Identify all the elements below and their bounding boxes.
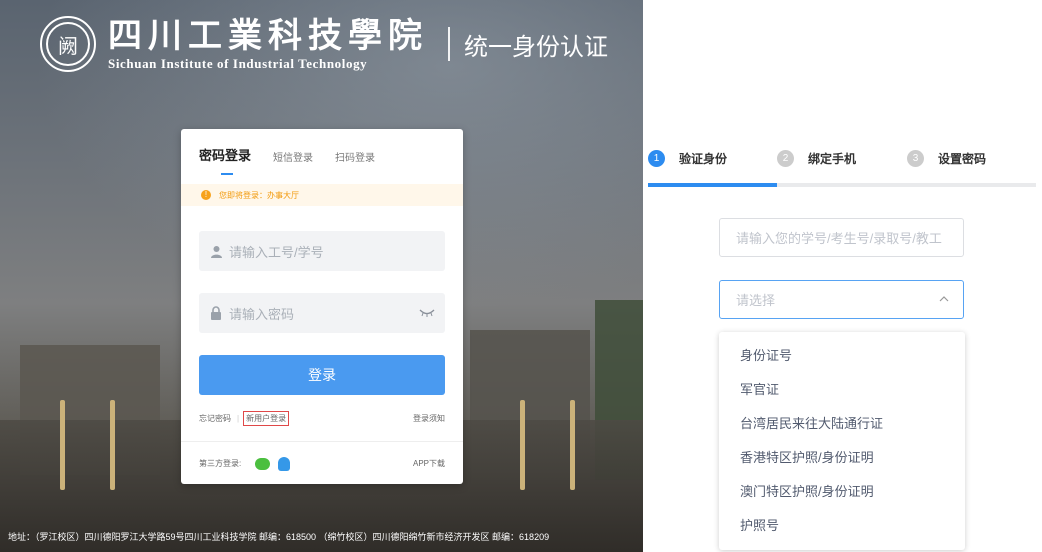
school-name-en: Sichuan Institute of Industrial Technolo… (108, 56, 368, 71)
hero-background: 阙 四川工業科技學院 Sichuan Institute of Industri… (0, 0, 643, 552)
link-separator: | (237, 414, 240, 423)
lamp-post (60, 400, 65, 490)
tab-password-login[interactable]: 密码登录 (199, 145, 251, 164)
seal-glyph: 阙 (46, 22, 90, 66)
notice-text: 您即将登录：办事大厅 (219, 190, 299, 200)
login-notice: ! 您即将登录：办事大厅 (181, 184, 463, 206)
lamp-post (110, 400, 115, 490)
footer-address: 地址：（罗江校区）四川德阳罗江大学路59号四川工业科技学院 邮编：618500 … (8, 532, 550, 542)
id-number-input[interactable]: 请输入您的学号/考生号/录取号/教工 (719, 218, 964, 257)
dropdown-option[interactable]: 身份证号 (719, 339, 965, 373)
step-progress-bar (648, 183, 1036, 187)
step-label: 绑定手机 (808, 152, 857, 166)
tab-sms-login[interactable]: 短信登录 (273, 149, 313, 164)
login-button[interactable]: 登录 (199, 355, 445, 395)
brand-divider (448, 27, 450, 61)
brand-text: 四川工業科技學院 Sichuan Institute of Industrial… (108, 16, 428, 72)
password-placeholder: 请输入密码 (229, 306, 295, 322)
step-bind-phone: 2 绑定手机 (777, 150, 856, 167)
dropdown-option[interactable]: 台湾居民来往大陆通行证 (719, 407, 965, 441)
step-label: 验证身份 (679, 152, 728, 166)
login-tabs: 密码登录 短信登录 扫码登录 (199, 145, 397, 164)
tab-qr-login[interactable]: 扫码登录 (335, 149, 375, 164)
step-verify-identity: 1 验证身份 (648, 150, 727, 167)
password-input[interactable]: 请输入密码 (199, 293, 445, 333)
step-label: 设置密码 (938, 152, 987, 166)
lock-icon (209, 306, 223, 320)
login-card: 密码登录 短信登录 扫码登录 ! 您即将登录：办事大厅 请输入工号/学号 请输入… (181, 129, 463, 484)
wechat-icon[interactable] (255, 457, 271, 470)
id-number-placeholder: 请输入您的学号/考生号/录取号/教工 (736, 231, 942, 246)
chevron-up-icon (939, 294, 949, 305)
step-number: 1 (648, 150, 665, 167)
dropdown-option[interactable]: 军官证 (719, 373, 965, 407)
login-links: 忘记密码 | 新用户登录 登录须知 (199, 411, 445, 426)
id-type-select[interactable]: 请选择 (719, 280, 964, 319)
lamp-post (520, 400, 525, 490)
system-title: 统一身份认证 (464, 33, 608, 61)
new-user-login-link[interactable]: 新用户登录 (243, 411, 290, 426)
school-seal-icon: 阙 (40, 16, 96, 72)
forgot-password-link[interactable]: 忘记密码 (199, 413, 231, 424)
step-number: 2 (777, 150, 794, 167)
tab-indicator (221, 173, 233, 175)
warning-icon: ! (201, 190, 211, 200)
step-set-password: 3 设置密码 (907, 150, 986, 167)
school-name-cn: 四川工業科技學院 (108, 16, 428, 56)
step-number: 3 (907, 150, 924, 167)
username-input[interactable]: 请输入工号/学号 (199, 231, 445, 271)
dropdown-option[interactable]: 澳门特区护照/身份证明 (719, 475, 965, 509)
eye-closed-icon[interactable] (419, 306, 435, 320)
user-icon (209, 244, 223, 258)
qq-icon[interactable] (278, 456, 291, 471)
third-party-label: 第三方登录: (199, 459, 242, 468)
progress-steps: 1 验证身份 2 绑定手机 3 设置密码 (648, 150, 1036, 188)
third-party-login: 第三方登录: APP下载 (181, 441, 463, 485)
app-download-link[interactable]: APP下载 (413, 458, 445, 469)
step-progress-fill (648, 183, 777, 187)
brand-header: 阙 四川工業科技學院 Sichuan Institute of Industri… (40, 14, 608, 74)
select-placeholder: 请选择 (736, 293, 776, 308)
lamp-post (570, 400, 575, 490)
username-placeholder: 请输入工号/学号 (229, 244, 324, 260)
dropdown-option[interactable]: 香港特区护照/身份证明 (719, 441, 965, 475)
id-type-dropdown: 身份证号 军官证 台湾居民来往大陆通行证 香港特区护照/身份证明 澳门特区护照/… (719, 332, 965, 550)
login-help-link[interactable]: 登录须知 (413, 413, 445, 424)
dropdown-option[interactable]: 护照号 (719, 509, 965, 543)
